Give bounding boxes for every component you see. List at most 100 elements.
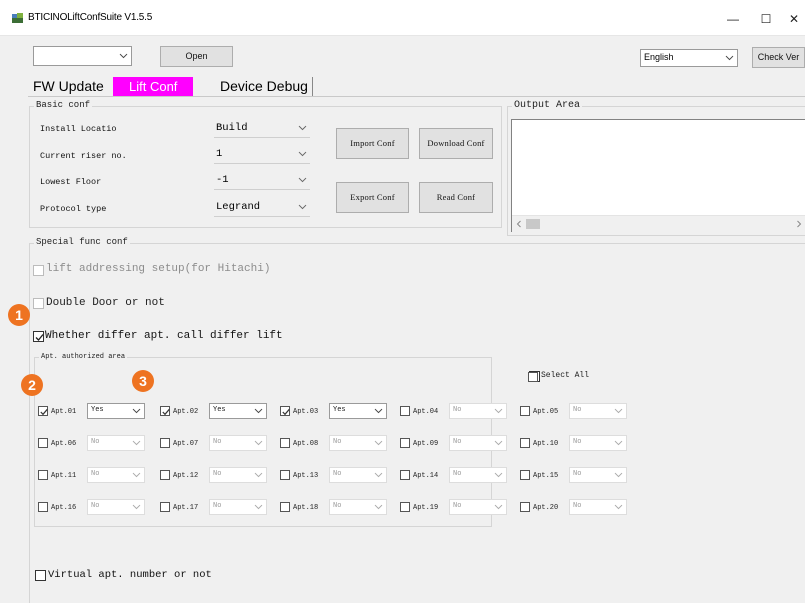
apt-18-checkbox[interactable]	[280, 502, 290, 512]
apt-08-select[interactable]: No	[329, 435, 387, 451]
double-door-checkbox[interactable]	[33, 298, 44, 309]
apt-09-value: No	[453, 438, 462, 446]
apt-09-select[interactable]: No	[449, 435, 507, 451]
lowest-floor-value: -1	[216, 174, 229, 186]
apt-18-label: Apt.18	[293, 504, 319, 512]
apt-13-checkbox[interactable]	[280, 470, 290, 480]
chevron-down-icon	[725, 55, 734, 61]
language-select[interactable]: English	[640, 49, 738, 67]
apt-04-select[interactable]: No	[449, 403, 507, 419]
basic-conf-title: Basic conf	[34, 100, 93, 110]
apt-13-value: No	[333, 470, 342, 478]
install-location-select[interactable]: Build	[214, 119, 310, 138]
apt-06-checkbox[interactable]	[38, 438, 48, 448]
chevron-down-icon	[374, 472, 383, 478]
checkmark-icon	[282, 408, 290, 416]
chevron-down-icon	[254, 440, 263, 446]
apt-12-checkbox[interactable]	[160, 470, 170, 480]
maximize-button[interactable]: ☐	[752, 8, 780, 30]
apt-17-checkbox[interactable]	[160, 502, 170, 512]
apt-06-select[interactable]: No	[87, 435, 145, 451]
apt-15-checkbox[interactable]	[520, 470, 530, 480]
tab-fw-update[interactable]: FW Update	[29, 77, 108, 96]
apt-19-checkbox[interactable]	[400, 502, 410, 512]
apt-05-checkbox[interactable]	[520, 406, 530, 416]
import-conf-button[interactable]: Import Conf	[336, 128, 409, 159]
apt-20-label: Apt.20	[533, 504, 559, 512]
apt-13-select[interactable]: No	[329, 467, 387, 483]
scroll-left-icon[interactable]	[515, 220, 523, 228]
port-select[interactable]	[33, 46, 132, 66]
tab-device-debug[interactable]: Device Debug	[216, 77, 313, 96]
apt-03-checkbox[interactable]	[280, 406, 290, 416]
lowest-floor-select[interactable]: -1	[214, 171, 310, 190]
apt-16-checkbox[interactable]	[38, 502, 48, 512]
apt-20-select[interactable]: No	[569, 499, 627, 515]
apt-14-checkbox[interactable]	[400, 470, 410, 480]
protocol-type-select[interactable]: Legrand	[214, 198, 310, 217]
apt-02-label: Apt.02	[173, 408, 199, 416]
apt-10-checkbox[interactable]	[520, 438, 530, 448]
apt-02-select[interactable]: Yes	[209, 403, 267, 419]
apt-03-select[interactable]: Yes	[329, 403, 387, 419]
apt-18-select[interactable]: No	[329, 499, 387, 515]
chevron-down-icon	[298, 151, 307, 157]
apt-16-select[interactable]: No	[87, 499, 145, 515]
apt-14-select[interactable]: No	[449, 467, 507, 483]
lift-addressing-checkbox[interactable]	[33, 265, 44, 276]
apt-10-select[interactable]: No	[569, 435, 627, 451]
differ-lift-checkbox[interactable]	[33, 331, 44, 342]
checkmark-icon	[162, 408, 170, 416]
basic-conf-group: Basic conf Install Locatio Build Current…	[29, 100, 502, 228]
chevron-down-icon	[494, 408, 503, 414]
select-all-checkbox[interactable]	[528, 372, 538, 382]
output-area-group: Output Area	[507, 100, 805, 236]
apt-05-value: No	[573, 406, 582, 414]
apt-04-label: Apt.04	[413, 408, 439, 416]
install-location-label: Install Locatio	[40, 124, 117, 134]
apt-04-value: No	[453, 406, 462, 414]
apt-04-checkbox[interactable]	[400, 406, 410, 416]
apt-01-checkbox[interactable]	[38, 406, 48, 416]
apt-12-select[interactable]: No	[209, 467, 267, 483]
apt-17-select[interactable]: No	[209, 499, 267, 515]
apt-12-label: Apt.12	[173, 472, 199, 480]
open-button[interactable]: Open	[160, 46, 233, 67]
chevron-down-icon	[614, 440, 623, 446]
apt-08-label: Apt.08	[293, 440, 319, 448]
output-text-area[interactable]	[511, 119, 805, 232]
read-conf-button[interactable]: Read Conf	[419, 182, 493, 213]
apt-20-checkbox[interactable]	[520, 502, 530, 512]
apt-13-label: Apt.13	[293, 472, 319, 480]
tab-lift-conf[interactable]: Lift Conf	[113, 77, 194, 96]
apt-11-checkbox[interactable]	[38, 470, 48, 480]
apt-14-label: Apt.14	[413, 472, 439, 480]
scroll-thumb[interactable]	[526, 219, 540, 229]
chevron-down-icon	[374, 408, 383, 414]
export-conf-button[interactable]: Export Conf	[336, 182, 409, 213]
apt-19-select[interactable]: No	[449, 499, 507, 515]
virtual-apt-checkbox[interactable]	[35, 570, 46, 581]
apt-01-select[interactable]: Yes	[87, 403, 145, 419]
check-version-button[interactable]: Check Ver	[752, 47, 805, 68]
apt-08-checkbox[interactable]	[280, 438, 290, 448]
lift-addressing-label: lift addressing setup(for Hitachi)	[46, 263, 271, 275]
apt-18-value: No	[333, 502, 342, 510]
scroll-right-icon[interactable]	[795, 220, 803, 228]
output-horizontal-scrollbar[interactable]	[512, 215, 805, 232]
apt-09-checkbox[interactable]	[400, 438, 410, 448]
download-conf-button[interactable]: Download Conf	[419, 128, 493, 159]
apt-03-label: Apt.03	[293, 408, 319, 416]
chevron-down-icon	[614, 408, 623, 414]
close-button[interactable]: ✕	[780, 8, 805, 30]
apt-02-checkbox[interactable]	[160, 406, 170, 416]
minimize-button[interactable]: —	[719, 8, 747, 30]
apt-11-select[interactable]: No	[87, 467, 145, 483]
apt-20-value: No	[573, 502, 582, 510]
apt-07-checkbox[interactable]	[160, 438, 170, 448]
riser-no-select[interactable]: 1	[214, 145, 310, 164]
apt-authorized-title: Apt. authorized area	[39, 353, 128, 361]
apt-15-select[interactable]: No	[569, 467, 627, 483]
apt-05-select[interactable]: No	[569, 403, 627, 419]
apt-07-select[interactable]: No	[209, 435, 267, 451]
